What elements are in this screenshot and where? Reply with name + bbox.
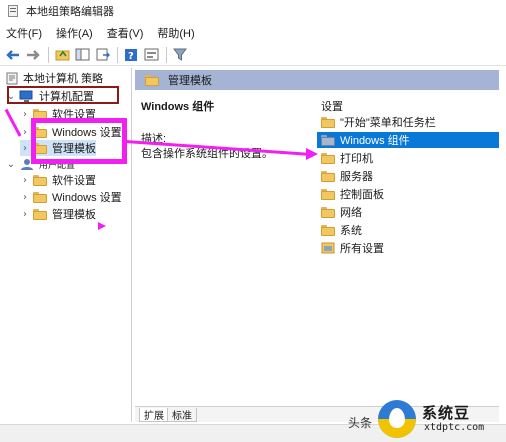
tree-item-user-admin-templates[interactable]: › 管理模板 <box>20 206 96 222</box>
list-item-label: 服务器 <box>340 171 373 183</box>
folder-icon <box>33 174 47 186</box>
settings-column-header[interactable]: 设置 <box>321 98 343 114</box>
back-icon[interactable] <box>4 46 22 64</box>
menu-view[interactable]: 查看(V) <box>107 25 144 41</box>
tree-root[interactable]: 本地计算机 策略 <box>6 70 103 86</box>
list-item[interactable]: 服务器 <box>317 168 499 184</box>
content-header: 管理模板 <box>135 70 499 90</box>
list-item-label: "开始"菜单和任务栏 <box>340 117 436 129</box>
annotation-box-admin-templates <box>31 118 127 164</box>
menu-action[interactable]: 操作(A) <box>56 25 93 41</box>
chevron-right-icon[interactable]: › <box>20 106 30 122</box>
annotation-arrow-head <box>306 148 318 160</box>
settings-list: 设置 "开始"菜单和任务栏 Windows 组件 打印机 服务器 控制面板 网络… <box>313 90 499 406</box>
toolbar-separator <box>117 46 118 63</box>
list-item[interactable]: 网络 <box>317 204 499 220</box>
help-icon[interactable]: ? <box>122 46 140 64</box>
folder-icon <box>321 206 335 218</box>
list-item[interactable]: 控制面板 <box>317 186 499 202</box>
tree-root-label: 本地计算机 策略 <box>23 73 104 85</box>
list-item-label: Windows 组件 <box>340 135 410 147</box>
list-item-label: 系统 <box>340 225 362 237</box>
chevron-right-icon[interactable]: › <box>20 189 30 205</box>
menu-bar: 文件(F) 操作(A) 查看(V) 帮助(H) <box>0 24 506 42</box>
folder-icon <box>321 134 335 146</box>
chevron-right-icon[interactable]: › <box>20 140 30 156</box>
description-title: Windows 组件 <box>141 101 215 113</box>
tab-standard[interactable]: 标准 <box>167 408 197 422</box>
folder-icon <box>33 208 47 220</box>
annotation-pointer <box>98 222 106 230</box>
annotation-box-computer-config <box>7 86 119 104</box>
list-item[interactable]: 所有设置 <box>317 240 499 256</box>
watermark-prefix: 头条 <box>348 416 373 430</box>
toolbar-separator <box>48 46 49 63</box>
chevron-right-icon[interactable]: › <box>20 206 30 222</box>
list-item-label: 所有设置 <box>340 243 384 255</box>
list-item-label: 打印机 <box>340 153 373 165</box>
list-item[interactable]: 系统 <box>317 222 499 238</box>
forward-icon[interactable] <box>24 46 42 64</box>
folder-icon <box>33 191 47 203</box>
watermark-logo-icon <box>378 400 416 438</box>
up-folder-icon[interactable] <box>53 46 71 64</box>
folder-icon <box>321 116 335 128</box>
svg-text:?: ? <box>128 51 134 62</box>
tab-extended[interactable]: 扩展 <box>139 408 169 422</box>
export-list-icon[interactable] <box>93 46 111 64</box>
chevron-right-icon[interactable]: › <box>20 172 30 188</box>
show-hide-tree-icon[interactable] <box>73 46 91 64</box>
list-item-label: 网络 <box>340 207 362 219</box>
list-item[interactable]: 打印机 <box>317 150 499 166</box>
tree-label: 软件设置 <box>52 175 96 187</box>
toolbar-separator <box>166 46 167 63</box>
policy-doc-icon <box>6 72 18 85</box>
properties-icon[interactable] <box>142 46 160 64</box>
menu-file[interactable]: 文件(F) <box>6 25 42 41</box>
toolbar: ? <box>0 44 506 66</box>
tree-item-user-software-settings[interactable]: › 软件设置 <box>20 172 96 188</box>
list-item[interactable]: "开始"菜单和任务栏 <box>317 114 499 130</box>
folder-icon <box>321 152 335 164</box>
chevron-right-icon[interactable]: › <box>20 124 30 140</box>
content-header-label: 管理模板 <box>168 75 212 87</box>
menu-help[interactable]: 帮助(H) <box>157 25 194 41</box>
folder-icon <box>321 170 335 182</box>
folder-icon <box>145 74 159 86</box>
tree-label: Windows 设置 <box>52 192 122 204</box>
settings-icon <box>321 242 335 254</box>
filter-icon[interactable] <box>171 46 189 64</box>
chevron-down-icon[interactable]: ⌄ <box>6 156 16 172</box>
description-pane: Windows 组件 描述: 包含操作系统组件的设置。 <box>135 90 311 406</box>
window-title: 本地组策略编辑器 <box>26 6 114 18</box>
folder-icon <box>321 224 335 236</box>
tree-item-user-windows-settings[interactable]: › Windows 设置 <box>20 189 122 205</box>
watermark: 头条 系统豆 xtdptc.com <box>348 396 506 442</box>
watermark-brand: 系统豆 <box>422 405 471 422</box>
policy-editor-icon <box>6 5 20 17</box>
title-bar: 本地组策略编辑器 <box>0 0 506 22</box>
folder-icon <box>321 188 335 200</box>
watermark-url: xtdptc.com <box>424 422 485 433</box>
tree-label: 管理模板 <box>52 209 96 221</box>
list-item-selected[interactable]: Windows 组件 <box>317 132 499 148</box>
list-item-label: 控制面板 <box>340 189 384 201</box>
